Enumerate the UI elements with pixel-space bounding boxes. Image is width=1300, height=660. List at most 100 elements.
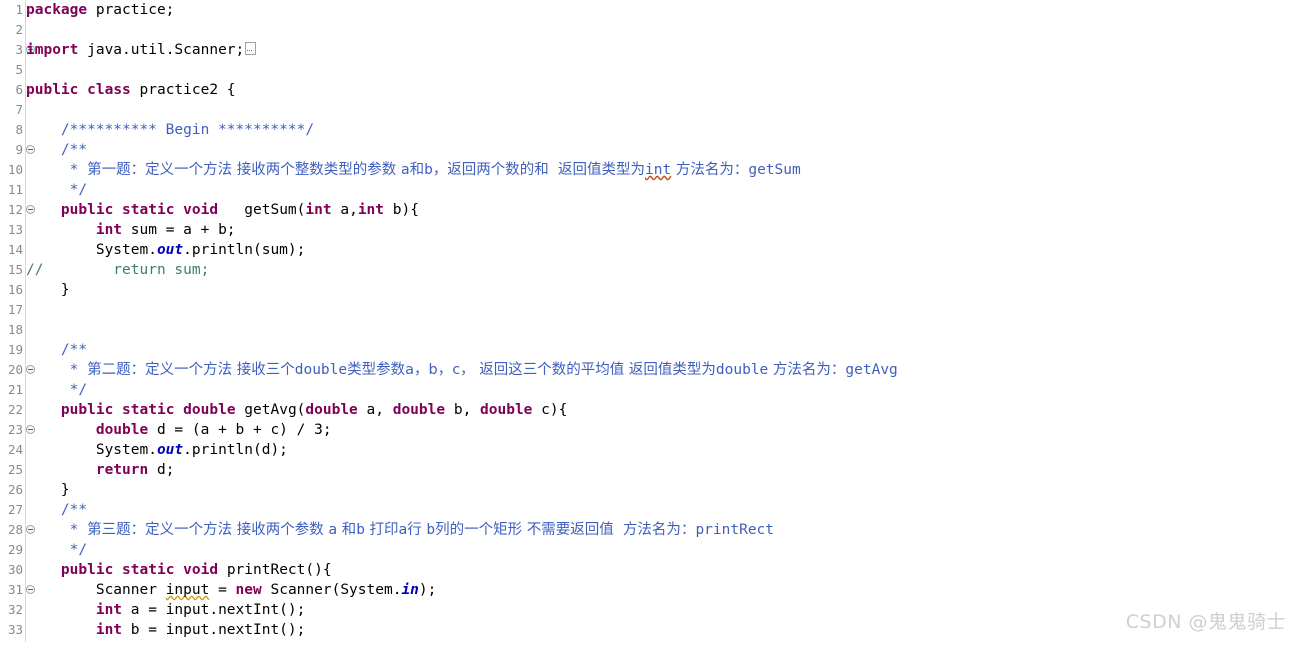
gutter-line[interactable]: 20 — [0, 360, 35, 380]
token-keyword: double — [480, 402, 533, 418]
line-number: 30 — [7, 562, 23, 577]
code-line[interactable]: /** — [26, 140, 1300, 160]
gutter-line[interactable]: 32 — [0, 600, 25, 620]
code-line[interactable]: * 第三题：定义一个方法 接收两个参数 a 和b 打印a行 b列的一个矩形 不需… — [26, 520, 1300, 540]
token-javadoc-text: 第三题：定义一个方法 接收两个参数 — [87, 522, 329, 538]
gutter-line[interactable]: 24 — [0, 440, 25, 460]
code-line[interactable]: int a = input.nextInt(); — [26, 600, 1300, 620]
code-line[interactable]: System.out.println(sum); — [26, 240, 1300, 260]
code-line[interactable]: int b = input.nextInt(); — [26, 620, 1300, 640]
gutter-line[interactable]: 29 — [0, 540, 25, 560]
token-javadoc-method: getAvg — [845, 362, 898, 378]
token-javadoc-method: getSum — [748, 162, 801, 178]
line-number: 18 — [7, 322, 23, 337]
token-keyword: int — [95, 222, 123, 238]
line-number: 21 — [7, 382, 23, 397]
gutter-line[interactable]: 11 — [0, 180, 25, 200]
gutter-line[interactable]: 23 — [0, 420, 35, 440]
code-line[interactable]: import java.util.Scanner; — [26, 40, 1300, 60]
token-keyword: double — [392, 402, 446, 418]
gutter-line[interactable]: 15 — [0, 260, 25, 280]
token-comment: * 第三题：定义一个方法 接收两个参数 a 和b 打印a行 b列的一个矩形 不需… — [70, 522, 774, 538]
gutter-line[interactable]: 17 — [0, 300, 25, 320]
gutter-line[interactable]: 3 — [0, 40, 35, 60]
code-line[interactable]: */ — [26, 180, 1300, 200]
gutter-line[interactable]: 16 — [0, 280, 25, 300]
line-number: 14 — [7, 242, 23, 257]
gutter-line[interactable]: 21 — [0, 380, 25, 400]
token-comment: * 第二题：定义一个方法 接收三个double类型参数a，b，c， 返回这三个数… — [70, 362, 898, 378]
code-line[interactable]: /** — [26, 340, 1300, 360]
code-line[interactable]: /** — [26, 500, 1300, 520]
line-number: 24 — [7, 442, 23, 457]
code-line[interactable] — [26, 100, 1300, 120]
gutter-line[interactable]: 14 — [0, 240, 25, 260]
token-javadoc-text: 类型参数a，b，c， 返回这三个数的平均值 返回值类型为 — [347, 362, 716, 378]
token-javadoc-type: double — [715, 362, 769, 378]
token-keyword: class — [87, 82, 131, 98]
code-line[interactable]: // return sum; — [26, 260, 1300, 280]
token-javadoc-param: a — [398, 522, 408, 538]
gutter-line[interactable]: 10 — [0, 160, 25, 180]
line-number: 23 — [7, 422, 23, 437]
token-text: practice; — [87, 2, 175, 18]
gutter-line[interactable]: 7 — [0, 100, 25, 120]
gutter-line[interactable]: 19 — [0, 340, 25, 360]
line-number: 33 — [7, 622, 23, 637]
code-line[interactable]: public static void getSum(int a,int b){ — [26, 200, 1300, 220]
gutter-line[interactable]: 8 — [0, 120, 25, 140]
code-line[interactable]: public static void printRect(){ — [26, 560, 1300, 580]
gutter-line[interactable]: 26 — [0, 480, 25, 500]
line-number-gutter[interactable]: 1 2 3 5 6 7 8 9 10 11 12 13 14 15 16 17 … — [0, 0, 35, 642]
code-line[interactable]: /********** Begin **********/ — [26, 120, 1300, 140]
code-line[interactable]: * 第二题：定义一个方法 接收三个double类型参数a，b，c， 返回这三个数… — [26, 360, 1300, 380]
token-javadoc-text: 方法名为： — [768, 362, 846, 378]
gutter-line[interactable]: 30 — [0, 560, 25, 580]
token-text: b, — [445, 402, 481, 418]
gutter-line[interactable] — [0, 640, 25, 660]
collapsed-fold-placeholder-icon[interactable] — [245, 42, 257, 55]
code-line[interactable]: double d = (a + b + c) / 3; — [26, 420, 1300, 440]
code-editor[interactable]: 1 2 3 5 6 7 8 9 10 11 12 13 14 15 16 17 … — [0, 0, 1300, 642]
token-text: Scanner(System. — [261, 582, 402, 598]
csdn-watermark: CSDN @鬼鬼骑士 — [1125, 611, 1286, 633]
gutter-line[interactable]: 5 — [0, 60, 25, 80]
token-keyword: int — [305, 202, 332, 218]
gutter-line[interactable]: 31 — [0, 580, 35, 600]
gutter-line[interactable]: 13 — [0, 220, 25, 240]
gutter-line[interactable]: 22 — [0, 400, 25, 420]
code-line[interactable]: */ — [26, 380, 1300, 400]
code-line[interactable]: public class practice2 { — [26, 80, 1300, 100]
code-line[interactable]: */ — [26, 540, 1300, 560]
gutter-line[interactable]: 18 — [0, 320, 25, 340]
code-line[interactable]: } — [26, 480, 1300, 500]
gutter-line[interactable]: 9 — [0, 140, 35, 160]
code-line[interactable]: Scanner input = new Scanner(System.in); — [26, 580, 1300, 600]
code-line[interactable]: return d; — [26, 460, 1300, 480]
code-line[interactable] — [26, 300, 1300, 320]
gutter-line[interactable]: 1 — [0, 0, 25, 20]
gutter-line[interactable]: 2 — [0, 20, 25, 40]
code-line[interactable]: } — [26, 280, 1300, 300]
code-line[interactable]: int sum = a + b; — [26, 220, 1300, 240]
gutter-line[interactable]: 28 — [0, 520, 35, 540]
line-number: 2 — [15, 22, 23, 37]
token-text: d = (a + b + c) / 3; — [148, 422, 332, 438]
gutter-line[interactable]: 25 — [0, 460, 25, 480]
line-number: 13 — [7, 222, 23, 237]
code-line[interactable] — [26, 60, 1300, 80]
code-line[interactable]: System.out.println(d); — [26, 440, 1300, 460]
code-line[interactable]: public static double getAvg(double a, do… — [26, 400, 1300, 420]
token-keyword: package — [26, 2, 88, 18]
code-line[interactable]: package practice; — [26, 0, 1300, 20]
token-javadoc-text: 列的一个矩形 不需要返回值 方法名为： — [435, 522, 696, 538]
gutter-line[interactable]: 27 — [0, 500, 25, 520]
token-keyword: static — [122, 202, 175, 218]
gutter-line[interactable]: 33 — [0, 620, 25, 640]
code-line[interactable] — [26, 320, 1300, 340]
gutter-line[interactable]: 6 — [0, 80, 25, 100]
code-text-area[interactable]: package practice; import java.util.Scann… — [26, 0, 1300, 642]
gutter-line[interactable]: 12 — [0, 200, 35, 220]
code-line[interactable] — [26, 20, 1300, 40]
code-line[interactable]: * 第一题：定义一个方法 接收两个整数类型的参数 a和b，返回两个数的和 返回值… — [26, 160, 1300, 180]
